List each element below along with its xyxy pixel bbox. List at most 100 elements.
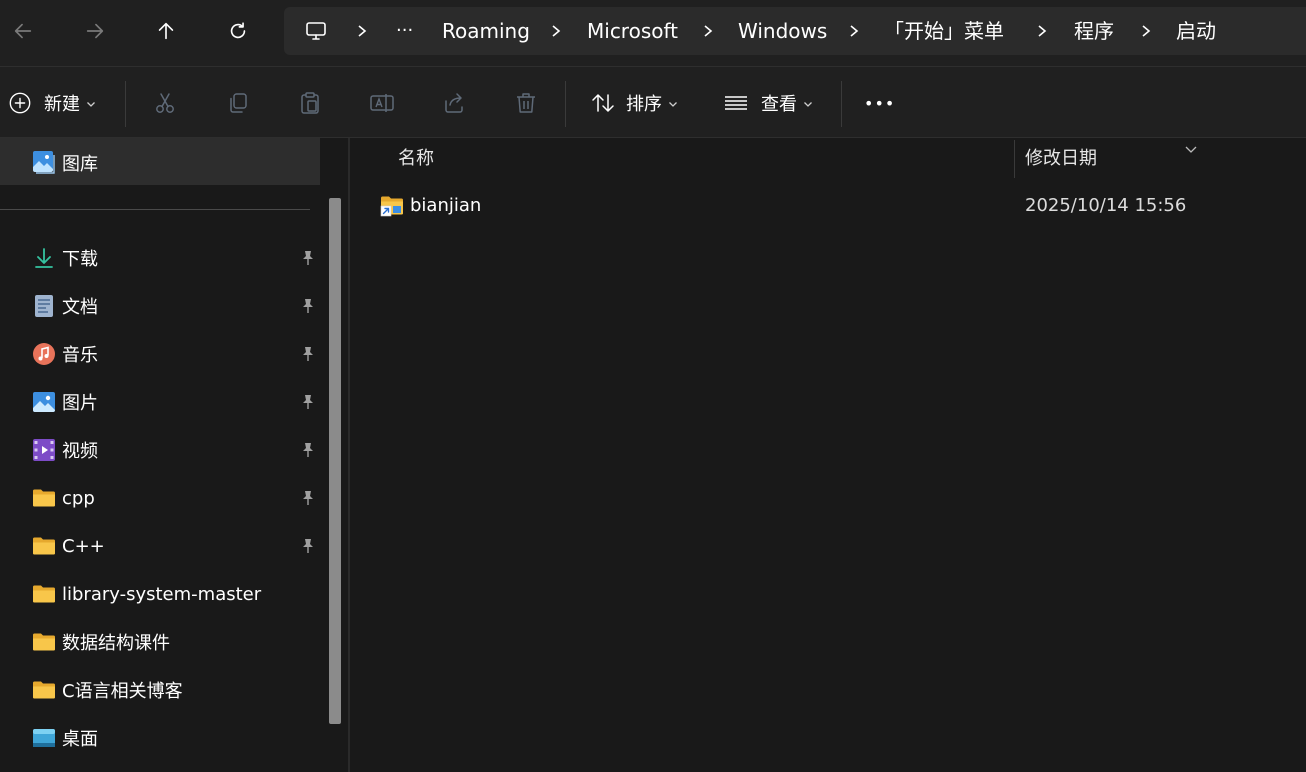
breadcrumb-start-menu[interactable]: 「开始」菜单	[884, 7, 1004, 55]
paste-button[interactable]	[297, 67, 323, 139]
sidebar-item-label: 图库	[62, 154, 98, 175]
breadcrumb-windows[interactable]: Windows	[738, 7, 827, 55]
sidebar-item-documents[interactable]: 文档	[0, 282, 320, 330]
sidebar-item-data-structures[interactable]: 数据结构课件	[0, 618, 320, 666]
address-bar[interactable]: ··· Roaming Microsoft Windows 「开始」菜单 程序 …	[284, 7, 1306, 55]
chevron-right-icon	[704, 25, 713, 37]
breadcrumb-microsoft[interactable]: Microsoft	[587, 7, 678, 55]
chevron-right-icon	[850, 25, 859, 37]
chevron-right-icon	[552, 25, 561, 37]
folder-icon	[32, 678, 56, 702]
sidebar-item-label: 下载	[62, 249, 98, 270]
download-icon	[32, 246, 56, 270]
breadcrumb-startup[interactable]: 启动	[1176, 7, 1216, 55]
copy-button[interactable]	[225, 67, 251, 139]
sort-label: 排序	[626, 94, 662, 115]
video-icon	[32, 438, 56, 462]
sidebar-item-desktop[interactable]: 桌面	[0, 714, 320, 762]
monitor-icon	[306, 22, 326, 40]
sidebar-item-cplusplus[interactable]: C++	[0, 522, 320, 570]
column-header-modified[interactable]: 修改日期	[1025, 138, 1097, 180]
folder-icon	[32, 630, 56, 654]
chevron-down-icon	[86, 94, 96, 113]
sidebar-item-label: 视频	[62, 441, 98, 462]
sidebar-item-library-system-master[interactable]: library-system-master	[0, 570, 320, 618]
view-button[interactable]: 查看	[723, 67, 813, 139]
trash-icon	[517, 93, 535, 113]
breadcrumb-separator[interactable]	[1140, 7, 1152, 55]
sidebar-item-label: 文档	[62, 297, 98, 318]
rename-button[interactable]	[369, 67, 395, 139]
folder-icon	[32, 534, 56, 558]
breadcrumb-programs[interactable]: 程序	[1074, 7, 1114, 55]
picture-icon	[32, 390, 56, 414]
copy-icon	[230, 93, 247, 113]
share-icon	[445, 93, 463, 113]
folder-shortcut-icon	[380, 194, 404, 218]
back-button[interactable]	[6, 14, 40, 48]
arrow-right-icon	[86, 23, 104, 39]
share-button[interactable]	[441, 67, 467, 139]
new-button[interactable]: 新建	[8, 67, 96, 139]
music-icon	[32, 342, 56, 366]
folder-icon	[32, 582, 56, 606]
sidebar-item-downloads[interactable]: 下载	[0, 234, 320, 282]
toolbar-divider	[841, 81, 842, 127]
sidebar-item-label: 桌面	[62, 729, 98, 750]
pin-icon	[300, 346, 316, 362]
sidebar-scrollbar[interactable]	[329, 198, 341, 724]
cut-button[interactable]	[152, 67, 178, 139]
forward-button[interactable]	[78, 14, 112, 48]
plus-circle-icon	[9, 92, 31, 114]
sidebar-item-videos[interactable]: 视频	[0, 426, 320, 474]
sidebar-item-label: C语言相关博客	[62, 681, 183, 702]
sidebar-item-cpp[interactable]: cpp	[0, 474, 320, 522]
breadcrumb-separator[interactable]	[1036, 7, 1048, 55]
breadcrumb-separator[interactable]	[550, 7, 562, 55]
desktop-icon	[32, 726, 56, 750]
file-list: 名称 修改日期 bianjian 2025/10/14 15:56	[350, 138, 1306, 772]
sidebar-item-label: C++	[62, 535, 105, 557]
scissors-icon	[156, 93, 174, 113]
chevron-right-icon	[1142, 25, 1151, 37]
this-pc-icon-wrap[interactable]	[304, 7, 328, 55]
column-header-name[interactable]: 名称	[398, 138, 434, 180]
sidebar-item-pictures[interactable]: 图片	[0, 378, 320, 426]
up-button[interactable]	[149, 14, 183, 48]
more-options-button[interactable]: •••	[864, 67, 895, 139]
sort-button[interactable]: 排序	[590, 67, 678, 139]
new-label: 新建	[44, 94, 80, 115]
sidebar-item-gallery[interactable]: 图库	[0, 138, 320, 185]
table-row[interactable]: bianjian 2025/10/14 15:56	[370, 186, 1270, 226]
sidebar-item-label: 图片	[62, 393, 98, 414]
chevron-right-icon	[358, 25, 367, 37]
column-resize-handle[interactable]	[1014, 140, 1015, 178]
document-icon	[32, 294, 56, 318]
toolbar-divider	[565, 81, 566, 127]
pin-icon	[300, 490, 316, 506]
pin-icon	[300, 538, 316, 554]
toolbar-divider	[125, 81, 126, 127]
pin-icon	[300, 250, 316, 266]
sort-icon	[592, 94, 614, 112]
delete-button[interactable]	[513, 67, 539, 139]
breadcrumb-ellipsis[interactable]: ···	[396, 7, 413, 55]
command-bar: 新建 排序 查看 •••	[0, 66, 1306, 138]
file-name[interactable]: bianjian	[410, 186, 481, 226]
refresh-button[interactable]	[221, 14, 255, 48]
breadcrumb-separator[interactable]	[356, 7, 368, 55]
pin-icon	[300, 298, 316, 314]
breadcrumb-separator[interactable]	[848, 7, 860, 55]
navigation-bar: ··· Roaming Microsoft Windows 「开始」菜单 程序 …	[0, 0, 1306, 66]
chevron-down-icon	[803, 94, 813, 113]
view-label: 查看	[761, 94, 797, 115]
breadcrumb-separator[interactable]	[702, 7, 714, 55]
breadcrumb-roaming[interactable]: Roaming	[442, 7, 530, 55]
pin-icon	[300, 442, 316, 458]
sidebar-item-c-blogs[interactable]: C语言相关博客	[0, 666, 320, 714]
sidebar-item-music[interactable]: 音乐	[0, 330, 320, 378]
arrow-up-icon	[158, 22, 174, 40]
sidebar-item-label: 数据结构课件	[62, 633, 170, 654]
more-icon: •••	[864, 93, 896, 113]
refresh-icon	[230, 22, 246, 39]
